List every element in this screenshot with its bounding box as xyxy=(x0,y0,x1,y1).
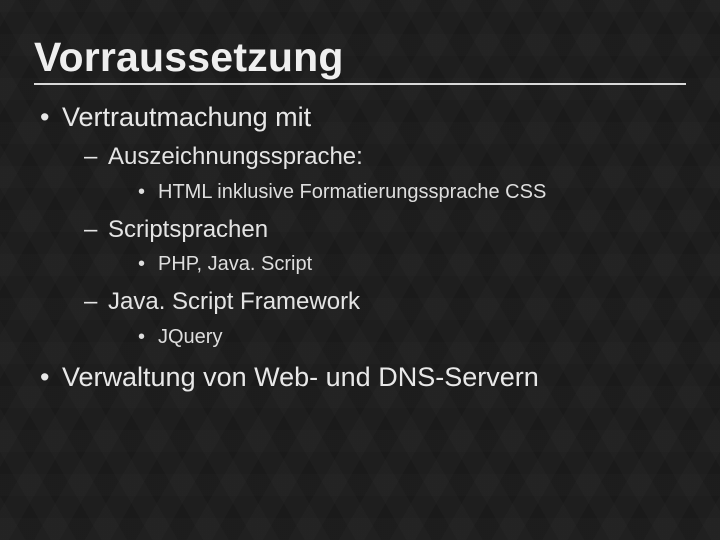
bullet-list: Auszeichnungssprache: HTML inklusive For… xyxy=(80,141,686,350)
list-item: Auszeichnungssprache: HTML inklusive For… xyxy=(80,141,686,205)
list-item-label: JQuery xyxy=(158,326,222,348)
list-item-label: Java. Script Framework xyxy=(108,288,360,315)
list-item: JQuery xyxy=(132,324,686,351)
bullet-list: PHP, Java. Script xyxy=(132,251,686,278)
list-item: PHP, Java. Script xyxy=(132,251,686,278)
slide: Vorraussetzung Vertrautmachung mit Ausze… xyxy=(0,0,720,540)
list-item-label: Vertrautmachung mit xyxy=(62,102,311,132)
list-item: Verwaltung von Web- und DNS-Servern xyxy=(34,359,686,395)
list-item: Java. Script Framework JQuery xyxy=(80,286,686,350)
list-item-label: Auszeichnungssprache: xyxy=(108,143,363,170)
slide-title: Vorraussetzung xyxy=(34,34,686,81)
bullet-list: JQuery xyxy=(132,324,686,351)
list-item: Scriptsprachen PHP, Java. Script xyxy=(80,214,686,278)
list-item-label: PHP, Java. Script xyxy=(158,253,312,275)
list-item-label: Verwaltung von Web- und DNS-Servern xyxy=(62,362,539,392)
title-underline xyxy=(34,83,686,85)
bullet-list: Vertrautmachung mit Auszeichnungssprache… xyxy=(34,99,686,395)
list-item: Vertrautmachung mit Auszeichnungssprache… xyxy=(34,99,686,351)
bullet-list: HTML inklusive Formatierungssprache CSS xyxy=(132,179,686,206)
list-item: HTML inklusive Formatierungssprache CSS xyxy=(132,179,686,206)
list-item-label: HTML inklusive Formatierungssprache CSS xyxy=(158,181,546,203)
list-item-label: Scriptsprachen xyxy=(108,216,268,243)
